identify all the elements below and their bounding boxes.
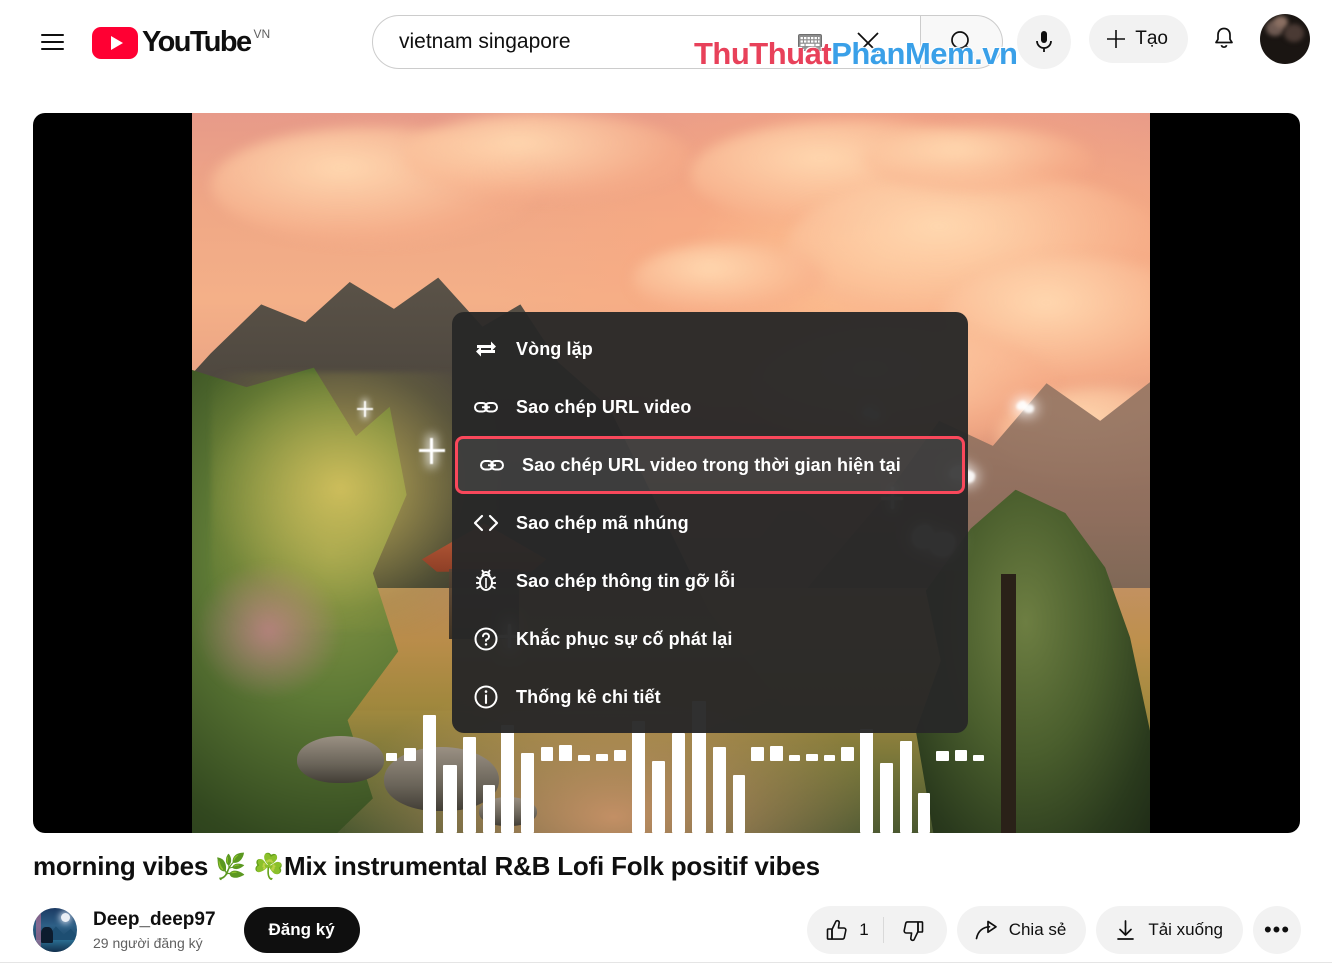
- create-button[interactable]: Tạo: [1089, 15, 1188, 63]
- leaf-emoji: 🌿: [215, 853, 247, 881]
- more-actions-button[interactable]: •••: [1253, 906, 1301, 954]
- video-title-part1: morning vibes: [33, 851, 216, 881]
- more-horizontal-icon: •••: [1263, 917, 1291, 942]
- context-menu-item-label: Vòng lặp: [516, 338, 593, 359]
- app-header: YouTube VN vietnam singapore Tạo: [0, 0, 1332, 84]
- subscribe-button[interactable]: Đăng ký: [243, 907, 360, 953]
- youtube-logo-text: YouTube: [142, 26, 252, 58]
- search-input[interactable]: vietnam singapore: [372, 15, 921, 69]
- link-icon: [470, 391, 502, 423]
- download-button-label: Tải xuống: [1148, 920, 1223, 939]
- context-menu-item-label: Sao chép URL video: [516, 396, 692, 417]
- context-menu-item-troubleshoot-playback[interactable]: Khắc phục sự cố phát lại: [452, 610, 968, 668]
- voice-search-button[interactable]: [1017, 15, 1071, 69]
- share-button-label: Chia sẻ: [1008, 920, 1067, 939]
- link-icon: [476, 449, 508, 481]
- search-icon: [949, 29, 975, 55]
- youtube-play-icon: [92, 27, 138, 59]
- download-button[interactable]: Tải xuống: [1096, 906, 1243, 954]
- youtube-country-code: VN: [253, 27, 271, 41]
- share-icon: [974, 918, 999, 943]
- page-bottom-edge: [0, 962, 1332, 966]
- context-menu-item-copy-embed[interactable]: Sao chép mã nhúng: [452, 494, 968, 552]
- search-area: vietnam singapore: [372, 15, 1071, 69]
- youtube-logo[interactable]: YouTube VN: [92, 25, 270, 59]
- header-actions: Tạo: [1089, 14, 1310, 64]
- download-icon: [1113, 918, 1138, 943]
- like-dislike-group: 1: [807, 906, 947, 954]
- context-menu-item-label: Khắc phục sự cố phát lại: [516, 628, 733, 649]
- context-menu-item-loop[interactable]: Vòng lặp: [452, 320, 968, 378]
- hamburger-icon[interactable]: [32, 22, 72, 62]
- keyboard-icon[interactable]: [798, 34, 822, 51]
- video-context-menu[interactable]: Vòng lặp Sao chép URL video Sao chép URL…: [452, 312, 968, 733]
- info-circle-icon: [470, 681, 502, 713]
- notifications-button[interactable]: [1200, 15, 1248, 63]
- context-menu-item-copy-url[interactable]: Sao chép URL video: [452, 378, 968, 436]
- video-actions: 1 Chia sẻ Tải xuống •••: [807, 906, 1301, 954]
- subscriber-count: 29 người đăng ký: [93, 934, 203, 951]
- thumbs-down-icon: [900, 918, 925, 943]
- context-menu-item-label: Thống kê chi tiết: [516, 686, 661, 707]
- avatar[interactable]: [1260, 14, 1310, 64]
- subscribe-button-label: Đăng ký: [268, 920, 335, 939]
- context-menu-item-label: Sao chép mã nhúng: [516, 512, 689, 533]
- bug-icon: [470, 565, 502, 597]
- channel-info: Deep_deep97 29 người đăng ký: [93, 908, 216, 953]
- video-title-part2: Mix instrumental R&B Lofi Folk positif v…: [284, 851, 820, 881]
- context-menu-item-label: Sao chép URL video trong thời gian hiện …: [522, 454, 901, 475]
- context-menu-item-label: Sao chép thông tin gỡ lỗi: [516, 570, 736, 591]
- context-menu-item-stats-for-nerds[interactable]: Thống kê chi tiết: [452, 668, 968, 726]
- context-menu-item-copy-url-at-time[interactable]: Sao chép URL video trong thời gian hiện …: [455, 436, 965, 494]
- microphone-icon: [1032, 29, 1056, 55]
- dislike-button[interactable]: [884, 918, 943, 943]
- code-icon: [470, 507, 502, 539]
- video-player[interactable]: Vòng lặp Sao chép URL video Sao chép URL…: [33, 113, 1300, 833]
- share-button[interactable]: Chia sẻ: [956, 906, 1087, 954]
- search-input-value: vietnam singapore: [399, 30, 571, 53]
- help-circle-icon: [470, 623, 502, 655]
- context-menu-item-copy-debug-info[interactable]: Sao chép thông tin gỡ lỗi: [452, 552, 968, 610]
- clover-emoji: ☘️: [253, 853, 285, 881]
- bell-icon: [1212, 26, 1236, 52]
- channel-avatar[interactable]: [33, 908, 77, 952]
- youtube-watch-page: YouTube VN vietnam singapore Tạo ThuThua…: [0, 0, 1332, 966]
- butterfly-decoration: [1014, 399, 1035, 415]
- plus-icon: [1105, 28, 1127, 50]
- channel-name[interactable]: Deep_deep97: [93, 908, 216, 932]
- video-meta-row: Deep_deep97 29 người đăng ký Đăng ký 1 C…: [33, 899, 1301, 961]
- close-icon[interactable]: [852, 27, 884, 59]
- like-count: 1: [859, 920, 869, 939]
- page-title: morning vibes 🌿 ☘️Mix instrumental R&B L…: [33, 851, 820, 882]
- create-button-label: Tạo: [1135, 28, 1168, 49]
- loop-icon: [470, 333, 502, 365]
- like-button[interactable]: 1: [825, 918, 882, 943]
- search-button[interactable]: [921, 15, 1003, 69]
- thumbs-up-icon: [825, 918, 850, 943]
